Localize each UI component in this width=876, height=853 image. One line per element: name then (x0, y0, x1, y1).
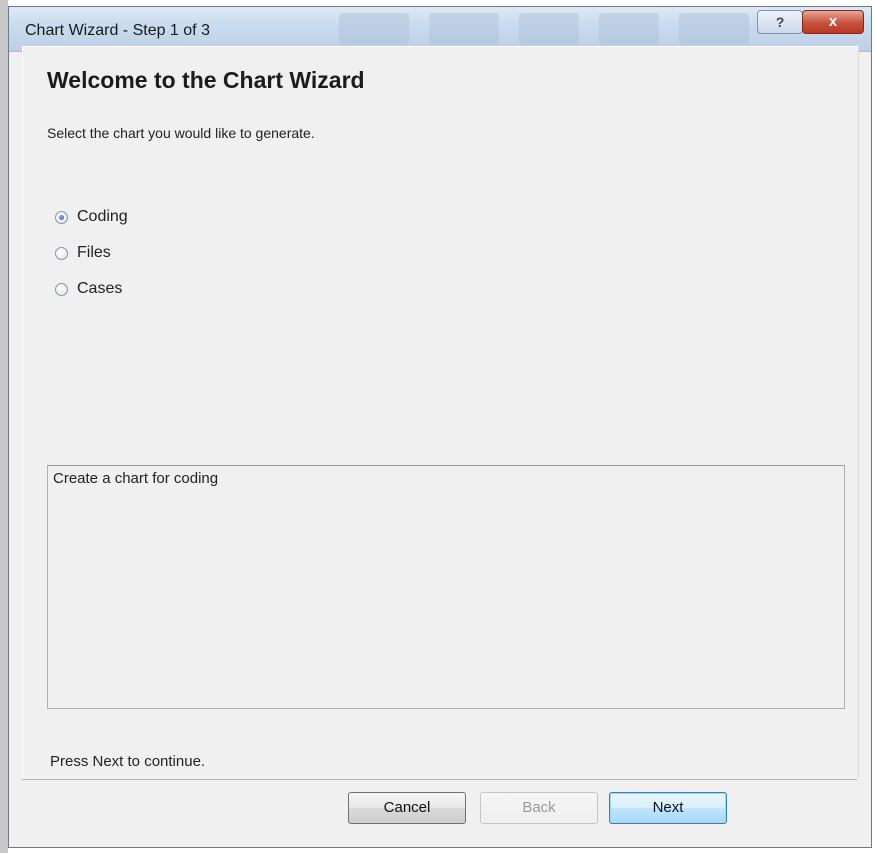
description-box: Create a chart for coding (47, 465, 845, 709)
radio-button-coding[interactable] (55, 210, 68, 224)
description-text: Create a chart for coding (53, 470, 219, 487)
help-icon: ? (775, 14, 785, 30)
background-blur (429, 13, 499, 45)
background-blur (339, 13, 409, 45)
background-blur (679, 13, 749, 45)
close-icon: x (828, 13, 838, 30)
close-button[interactable]: x (802, 10, 864, 34)
radio-button-files[interactable] (55, 246, 68, 260)
page-title: Welcome to the Chart Wizard (47, 67, 365, 93)
background-blur (599, 13, 659, 45)
radio-option-coding[interactable]: Coding (55, 199, 128, 235)
help-button[interactable]: ? (757, 10, 803, 34)
instruction-text: Select the chart you would like to gener… (47, 125, 315, 141)
radio-label-cases[interactable]: Cases (77, 280, 122, 298)
background-blur (519, 13, 579, 45)
window-title: Chart Wizard - Step 1 of 3 (25, 22, 210, 39)
radio-option-files[interactable]: Files (55, 235, 128, 271)
radio-option-cases[interactable]: Cases (55, 271, 128, 307)
radio-label-coding[interactable]: Coding (77, 208, 128, 226)
back-button[interactable]: Back (480, 792, 598, 824)
footer-hint: Press Next to continue. (50, 753, 206, 770)
wizard-page: Welcome to the Chart Wizard Select the c… (22, 46, 859, 777)
chart-type-radio-group: Coding Files Cases (55, 199, 128, 307)
cancel-button[interactable]: Cancel (348, 792, 466, 824)
radio-label-files[interactable]: Files (77, 244, 111, 262)
background-strip (0, 0, 8, 853)
footer-divider (22, 779, 857, 780)
radio-button-cases[interactable] (55, 282, 68, 296)
next-button[interactable]: Next (609, 792, 727, 824)
